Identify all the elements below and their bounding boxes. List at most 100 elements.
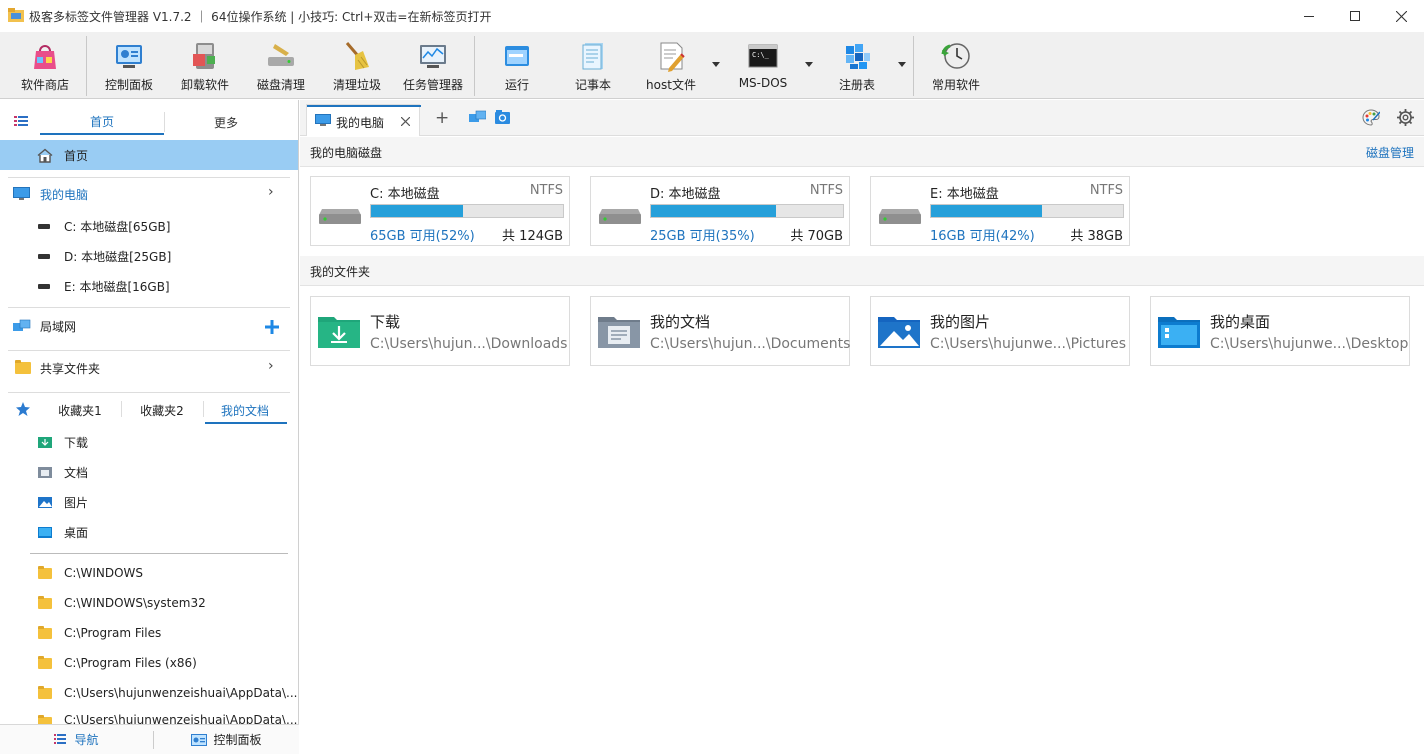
sidebar-fav-pictures[interactable]: 图片 [0,492,298,512]
disk-usage-bar [650,204,844,218]
common-software-button[interactable]: 常用软件 [926,32,986,99]
notepad-button[interactable]: 记事本 [568,32,618,99]
folder-card-documents[interactable]: 我的文档 C:\Users\hujun...\Documents [590,296,850,366]
folder-name: 我的图片 [930,313,991,331]
folder-icon [38,655,52,669]
common-software-label: 常用软件 [931,78,980,92]
clean-junk-button[interactable]: 清理垃圾 [327,32,387,99]
sidebar-item-home[interactable]: 首页 [0,140,298,170]
sidebar-item-my-computer[interactable]: 我的电脑 [0,182,298,206]
tab-more[interactable]: 更多 [165,114,287,131]
store-bag-icon [34,45,56,69]
sidebar-drive-d[interactable]: D: 本地磁盘[25GB] [0,246,298,266]
disk-cleanup-button[interactable]: 磁盘清理 [251,32,311,99]
common-software-icon [941,43,970,69]
task-manager-button[interactable]: 任务管理器 [399,32,467,99]
tab-my-documents[interactable]: 我的文档 [205,402,285,419]
tab-my-computer[interactable]: 我的电脑 [306,104,421,136]
sidebar-path-appdata-2[interactable]: C:\Users\hujunwenzeishuai\AppData\... [0,713,298,724]
sidebar-fav-documents[interactable]: 文档 [0,462,298,482]
minimize-icon [1304,15,1314,17]
app-folder-icon [8,8,24,22]
sidebar-path-windows[interactable]: C:\WINDOWS [0,563,298,583]
sidebar-path-appdata-1[interactable]: C:\Users\hujunwenzeishuai\AppData\... [0,683,298,703]
close-tab-icon[interactable] [401,117,410,126]
tab-bar: 我的电脑 + [300,100,1424,136]
hosts-file-button[interactable]: host文件 [640,32,702,99]
folder-name: 我的文档 [650,313,711,331]
maximize-button[interactable] [1332,0,1378,32]
folder-sync-icon[interactable] [495,110,510,124]
sidebar-item-shared-folder[interactable]: 共享文件夹 [0,356,298,380]
control-panel-icon [191,733,208,746]
nav-list-icon [54,734,67,744]
disk-total-space: 共 70GB [790,229,843,244]
disks-section-title: 我的电脑磁盘 [310,146,383,160]
drive-icon [38,223,50,229]
sidebar-path-program-files-x86[interactable]: C:\Program Files (x86) [0,653,298,673]
disk-card-e[interactable]: E: 本地磁盘 NTFS 16GB 可用(42%) 共 38GB [870,176,1130,246]
palette-icon[interactable] [1362,109,1380,126]
uninstall-button[interactable]: 卸载软件 [175,32,235,99]
registry-icon [846,44,870,69]
store-button[interactable]: 软件商店 [14,32,76,99]
nav-tab[interactable]: 导航 [0,725,153,754]
control-panel-button[interactable]: 控制面板 [99,32,159,99]
new-tab-plus-icon[interactable]: + [435,108,449,128]
folder-card-pictures[interactable]: 我的图片 C:\Users\hujunwe...\Pictures [870,296,1130,366]
ms-dos-dropdown-chevron-down-icon[interactable] [805,62,813,67]
tab-divider [121,401,122,417]
minimize-button[interactable] [1286,0,1332,32]
desktop-folder-icon [1158,317,1200,348]
toolbar-divider [86,36,87,96]
monitor-icon [13,187,30,200]
monitor-icon [315,114,331,126]
my-computer-chevron-right-icon[interactable]: › [268,184,274,200]
shared-chevron-right-icon[interactable]: › [268,358,274,374]
disk-name: D: 本地磁盘 [650,187,721,202]
store-label: 软件商店 [20,78,69,92]
disk-management-link[interactable]: 磁盘管理 [1366,144,1414,161]
folder-icon [38,565,52,579]
sidebar-path-label: C:\WINDOWS [64,566,144,580]
sidebar-item-lan[interactable]: 局域网 [0,314,298,338]
tab-favorites-2[interactable]: 收藏夹2 [124,402,200,419]
run-icon [505,46,529,66]
disk-usage-fill [931,205,1043,217]
sidebar-bottom-bar: 导航 控制面板 [0,724,299,754]
disk-cleanup-label: 磁盘清理 [256,78,305,92]
sidebar-path-program-files[interactable]: C:\Program Files [0,623,298,643]
folder-card-downloads[interactable]: 下载 C:\Users\hujun...\Downloads [310,296,570,366]
clean-junk-label: 清理垃圾 [332,78,381,92]
add-lan-plus-icon[interactable] [264,319,280,335]
tab-home[interactable]: 首页 [40,113,164,130]
run-button[interactable]: 运行 [492,32,542,99]
registry-button[interactable]: 注册表 [832,32,882,99]
home-icon [37,148,53,163]
disk-name: C: 本地磁盘 [370,187,440,202]
folder-icon [38,685,52,699]
folders-section-title: 我的文件夹 [310,265,371,279]
sidebar-fav-downloads[interactable]: 下载 [0,432,298,452]
control-panel-tab[interactable]: 控制面板 [154,725,299,754]
registry-dropdown-chevron-down-icon[interactable] [898,62,906,67]
sidebar-drive-e[interactable]: E: 本地磁盘[16GB] [0,276,298,296]
gear-icon[interactable] [1397,109,1414,126]
sidebar-path-system32[interactable]: C:\WINDOWS\system32 [0,593,298,613]
ms-dos-button[interactable]: C:\_ MS-DOS [734,32,792,99]
disk-card-c[interactable]: C: 本地磁盘 NTFS 65GB 可用(52%) 共 124GB [310,176,570,246]
documents-folder-icon [598,317,640,348]
active-tab-indicator [307,105,421,107]
disk-total-space: 共 38GB [1070,229,1123,244]
network-drive-icon[interactable] [469,110,486,124]
task-manager-label: 任务管理器 [402,78,463,92]
disk-card-d[interactable]: D: 本地磁盘 NTFS 25GB 可用(35%) 共 70GB [590,176,850,246]
sidebar-fav-desktop[interactable]: 桌面 [0,522,298,542]
close-button[interactable] [1378,0,1424,32]
folder-name: 我的桌面 [1210,313,1271,331]
hosts-dropdown-chevron-down-icon[interactable] [712,62,720,67]
sidebar-drive-c[interactable]: C: 本地磁盘[65GB] [0,216,298,236]
tab-favorites-1[interactable]: 收藏夹1 [42,402,118,419]
divider [8,350,290,351]
folder-card-desktop[interactable]: 我的桌面 C:\Users\hujunwe...\Desktop [1150,296,1410,366]
